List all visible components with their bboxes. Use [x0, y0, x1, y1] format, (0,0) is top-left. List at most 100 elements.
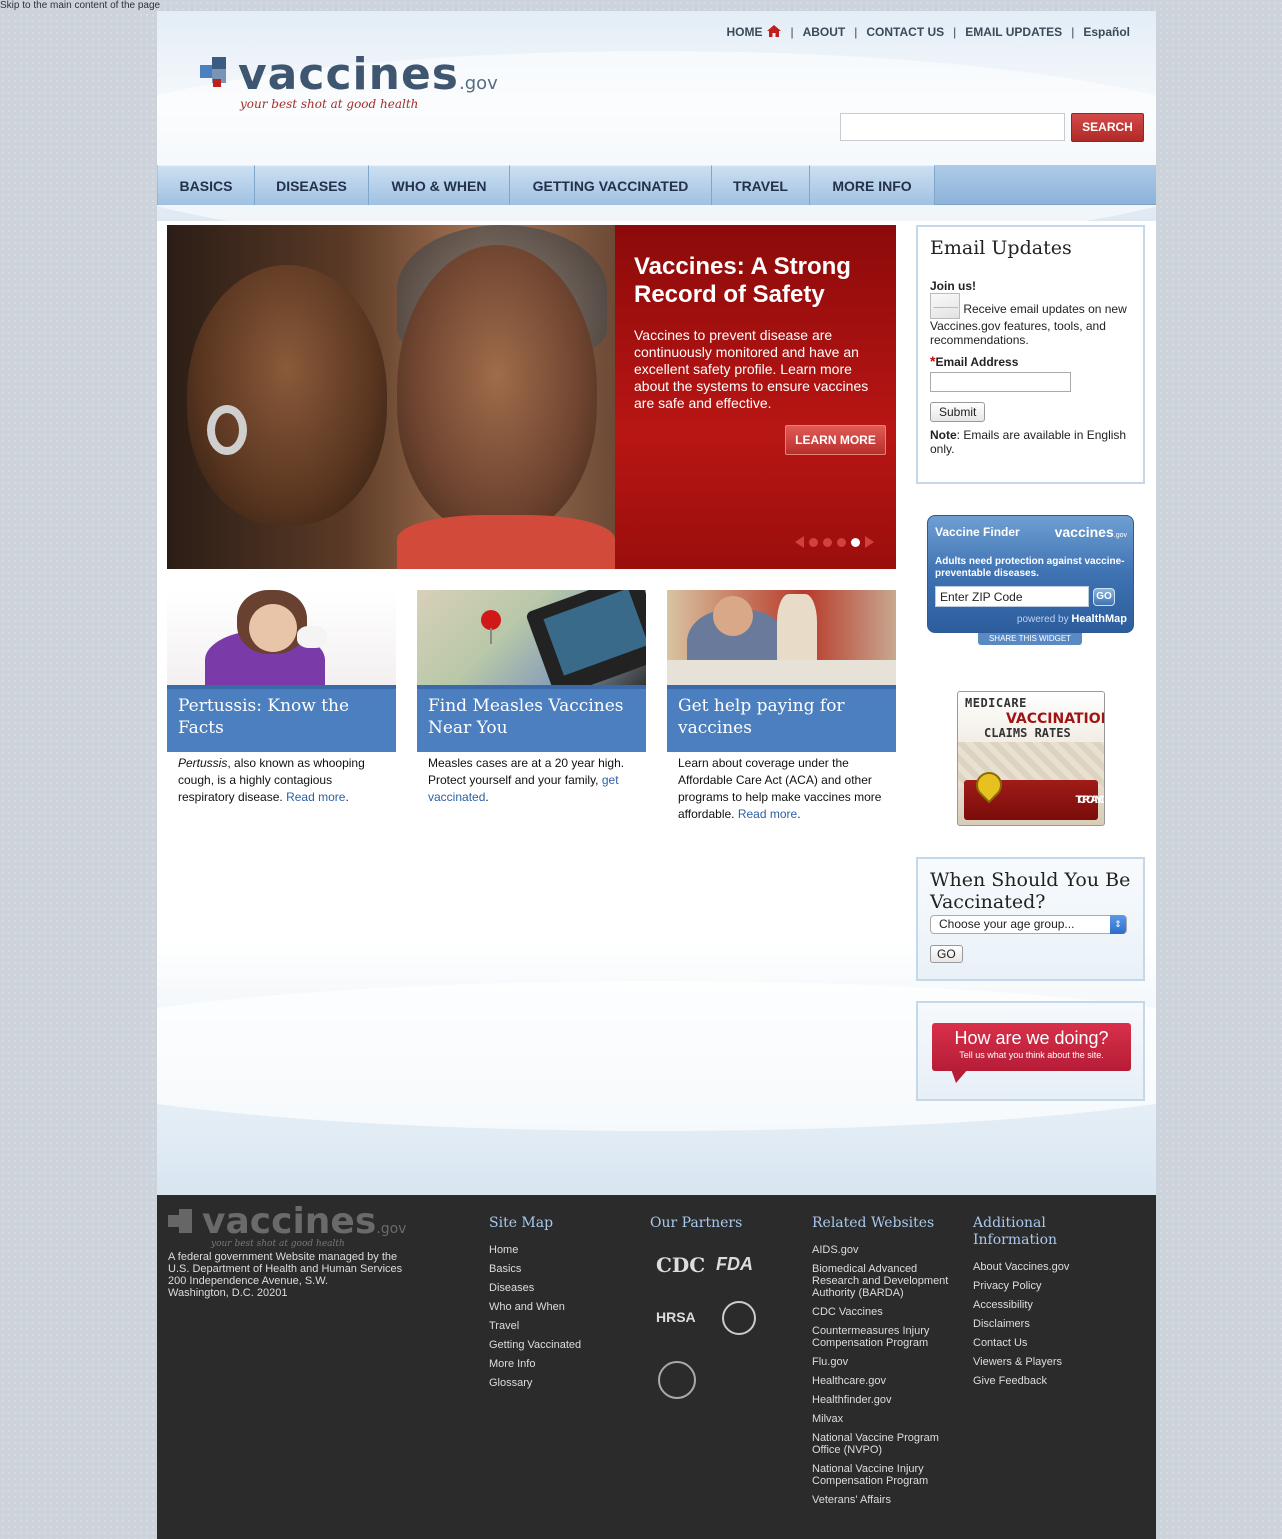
nav-tab-getting-vaccinated[interactable]: GETTING VACCINATED	[510, 165, 712, 205]
related-link[interactable]: Flu.gov	[812, 1356, 952, 1368]
sitemap-heading: Site Map	[489, 1215, 554, 1231]
cdc-logo[interactable]: CDC	[656, 1253, 705, 1277]
additional-link[interactable]: Contact Us	[973, 1337, 1083, 1349]
nav-tab-more-info[interactable]: MORE INFO	[810, 165, 935, 205]
related-link[interactable]: Countermeasures Injury Compensation Prog…	[812, 1325, 952, 1349]
share-widget-button[interactable]: SHARE THIS WIDGET	[978, 633, 1082, 645]
hero-title: Vaccines: A Strong Record of Safety	[634, 253, 851, 308]
email-field[interactable]	[930, 372, 1071, 392]
sitemap-link[interactable]: Getting Vaccinated	[489, 1339, 581, 1351]
finder-title: Vaccine Finder	[935, 525, 1020, 539]
medicare-claims-banner[interactable]: MEDICARE VACCINATION CLAIMS RATES TRACK …	[957, 691, 1105, 826]
track-community-button[interactable]: TRACK YOURCOMMUNITY	[964, 766, 1104, 820]
carousel-dot[interactable]	[809, 537, 818, 547]
related-link[interactable]: Veterans' Affairs	[812, 1494, 952, 1506]
card-title[interactable]: Get help paying for vaccines	[667, 685, 896, 752]
hrsa-logo[interactable]: HRSA	[656, 1309, 696, 1325]
sitemap-link[interactable]: More Info	[489, 1358, 581, 1370]
related-link[interactable]: Biomedical Advanced Research and Develop…	[812, 1263, 952, 1299]
nav-tab-who-when[interactable]: WHO & WHEN	[369, 165, 510, 205]
sitemap-link[interactable]: Who and When	[489, 1301, 581, 1313]
skip-link[interactable]: Skip to the main content of the page	[0, 0, 160, 11]
util-link-about[interactable]: ABOUT	[803, 25, 846, 39]
paying-image[interactable]	[667, 590, 896, 685]
sitemap-link[interactable]: Home	[489, 1244, 581, 1256]
util-link-email-updates[interactable]: EMAIL UPDATES	[965, 25, 1062, 39]
search-button[interactable]: SEARCH	[1071, 113, 1144, 142]
card-text: Measles cases are at a 20 year high. Pro…	[428, 756, 625, 804]
medicare-line2: VACCINATION	[1006, 711, 1105, 727]
nih-logo-icon[interactable]	[722, 1301, 756, 1335]
select-arrows-icon: ⇕	[1110, 915, 1126, 934]
additional-link[interactable]: Disclaimers	[973, 1318, 1083, 1330]
footer: vaccines.gov your best shot at good heal…	[157, 1195, 1156, 1539]
measles-map-image[interactable]	[417, 590, 646, 685]
footer-partners: Our Partners CDC FDA HRSA	[650, 1215, 780, 1415]
sitemap-link[interactable]: Basics	[489, 1263, 581, 1275]
hero-photo[interactable]	[167, 225, 615, 569]
related-link[interactable]: Milvax	[812, 1413, 952, 1425]
email-updates-box: Email Updates Join us! Receive email upd…	[916, 225, 1145, 484]
footer-address: A federal government Website managed by …	[168, 1251, 403, 1299]
related-link[interactable]: National Vaccine Program Office (NVPO)	[812, 1432, 952, 1456]
related-heading: Related Websites	[812, 1215, 935, 1231]
additional-link[interactable]: Give Feedback	[973, 1375, 1083, 1387]
carousel-dot-active[interactable]	[851, 537, 860, 547]
sitemap-link[interactable]: Travel	[489, 1320, 581, 1332]
when-vaccinated-box: When Should You Be Vaccinated? Choose yo…	[916, 857, 1145, 981]
feedback-bubble[interactable]: How are we doing? Tell us what you think…	[932, 1023, 1131, 1071]
additional-heading: Additional Information	[973, 1215, 1058, 1248]
related-link[interactable]: CDC Vaccines	[812, 1306, 952, 1318]
related-link[interactable]: Healthcare.gov	[812, 1375, 952, 1387]
nav-tab-basics[interactable]: BASICS	[158, 165, 255, 205]
card-text: Learn about coverage under the Affordabl…	[678, 756, 882, 821]
related-link[interactable]: AIDS.gov	[812, 1244, 952, 1256]
email-field-label: *Email Address	[930, 353, 1019, 369]
additional-link[interactable]: Accessibility	[973, 1299, 1083, 1311]
feature-card-measles: Find Measles Vaccines Near You Measles c…	[417, 590, 646, 806]
carousel-dot[interactable]	[837, 537, 846, 547]
hhs-eagle-icon[interactable]	[658, 1361, 696, 1399]
next-arrow-icon[interactable]	[865, 536, 874, 548]
email-updates-description: Receive email updates on new Vaccines.go…	[930, 291, 1131, 347]
nav-tab-diseases[interactable]: DISEASES	[255, 165, 369, 205]
prev-arrow-icon[interactable]	[795, 536, 804, 548]
feedback-subtitle: Tell us what you think about the site.	[959, 1050, 1104, 1060]
related-link[interactable]: Healthfinder.gov	[812, 1394, 952, 1406]
sitemap-link[interactable]: Diseases	[489, 1282, 581, 1294]
read-more-link[interactable]: Read more	[286, 790, 345, 804]
hero-panel: Vaccines: A Strong Record of Safety Vacc…	[615, 225, 896, 569]
feedback-box: How are we doing? Tell us what you think…	[916, 1001, 1145, 1101]
carousel-controls	[795, 536, 874, 548]
sitemap-link[interactable]: Glossary	[489, 1377, 581, 1389]
util-link-home[interactable]: HOME	[726, 25, 782, 39]
util-link-contact[interactable]: CONTACT US	[866, 25, 944, 39]
card-text: Pertussis, also known as whooping cough,…	[178, 756, 365, 804]
search-input[interactable]	[840, 113, 1065, 141]
carousel-dot[interactable]	[823, 537, 832, 547]
footer-logo-mark-icon	[168, 1209, 198, 1235]
pertussis-image[interactable]	[167, 590, 396, 685]
read-more-link[interactable]: Read more	[738, 807, 797, 821]
additional-link[interactable]: Privacy Policy	[973, 1280, 1083, 1292]
medicare-line1: MEDICARE	[965, 696, 1027, 710]
zip-code-input[interactable]: Enter ZIP Code	[935, 586, 1089, 607]
learn-more-button[interactable]: LEARN MORE	[785, 425, 886, 455]
page: HOME | ABOUT | CONTACT US | EMAIL UPDATE…	[157, 11, 1156, 1539]
util-link-espanol[interactable]: Español	[1083, 25, 1130, 39]
submit-button[interactable]: Submit	[930, 402, 986, 422]
card-title[interactable]: Pertussis: Know the Facts	[167, 685, 396, 752]
additional-link[interactable]: About Vaccines.gov	[973, 1261, 1083, 1273]
age-go-button[interactable]: GO	[930, 945, 963, 963]
age-group-select[interactable]: Choose your age group... ⇕	[930, 915, 1127, 934]
finder-logo: vaccines.gov	[1054, 524, 1127, 540]
medicare-line3: CLAIMS RATES	[984, 726, 1071, 740]
additional-link[interactable]: Viewers & Players	[973, 1356, 1083, 1368]
feedback-question: How are we doing?	[954, 1028, 1109, 1048]
related-link[interactable]: National Vaccine Injury Compensation Pro…	[812, 1463, 952, 1487]
finder-go-button[interactable]: GO	[1093, 588, 1115, 606]
nav-tab-travel[interactable]: TRAVEL	[712, 165, 810, 205]
card-title[interactable]: Find Measles Vaccines Near You	[417, 685, 646, 752]
fda-logo[interactable]: FDA	[716, 1254, 753, 1275]
hero-carousel: Vaccines: A Strong Record of Safety Vacc…	[167, 225, 896, 569]
